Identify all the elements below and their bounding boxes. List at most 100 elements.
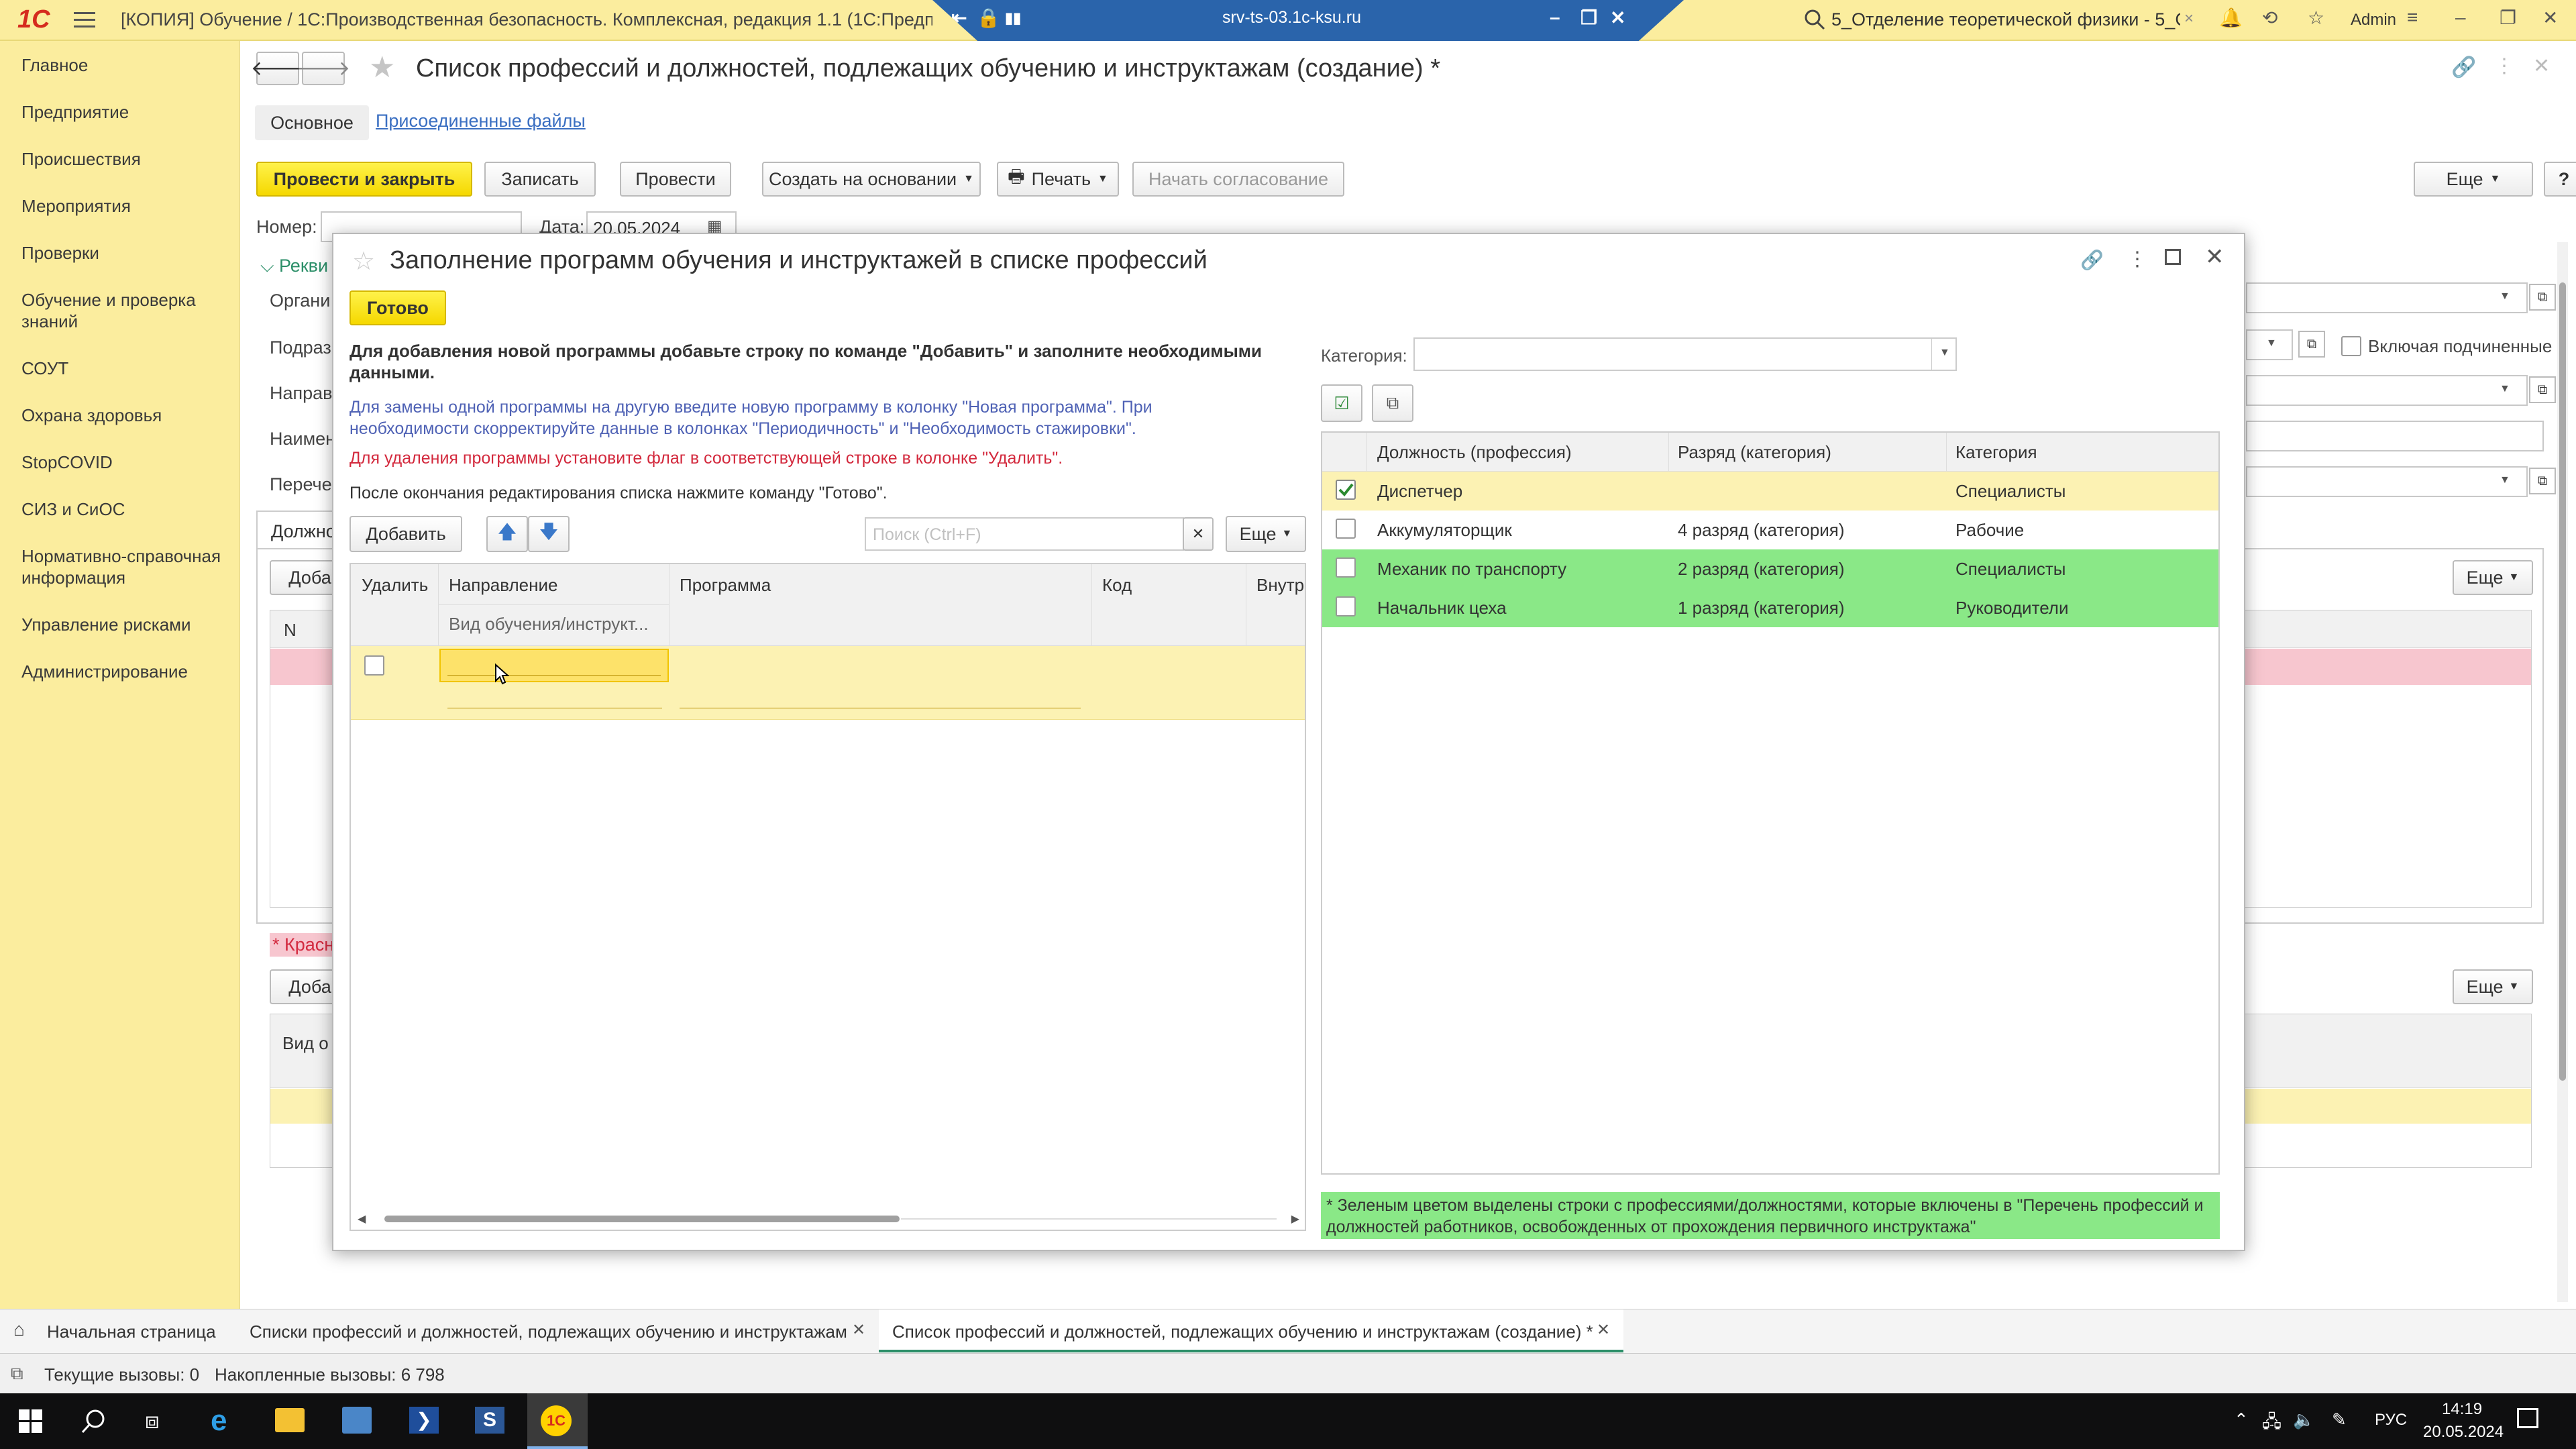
move-down-button[interactable]: 🡇 — [528, 516, 570, 552]
col-grade-header[interactable]: Разряд (категория) — [1678, 442, 1831, 463]
close-icon[interactable]: ✕ — [2542, 7, 2558, 29]
col-internal-header[interactable]: Внутр — [1256, 575, 1304, 596]
tab-professions-list[interactable]: Списки профессий и должностей, подлежащи… — [239, 1309, 876, 1352]
home-tab[interactable]: ⌂ Начальная страница — [0, 1309, 227, 1352]
task-view-icon[interactable]: ⧈ — [145, 1408, 160, 1434]
row-checkbox-checked[interactable] — [1336, 480, 1356, 500]
direction-field[interactable] — [2246, 375, 2528, 406]
volume-icon[interactable]: 🔈 — [2293, 1409, 2314, 1430]
app-logo[interactable]: 1С — [17, 5, 50, 34]
col-category-header[interactable]: Категория — [1955, 442, 2037, 463]
table-row[interactable] — [351, 646, 1305, 720]
powershell-icon[interactable]: ❯ — [409, 1407, 439, 1434]
table-row[interactable]: Начальник цеха 1 разряд (категория) Руко… — [1322, 588, 2218, 627]
program-search-input[interactable]: Поиск (Ctrl+F) — [865, 517, 1184, 551]
history-icon[interactable]: ⟲ — [2262, 7, 2277, 29]
row-checkbox[interactable] — [1336, 596, 1356, 616]
print-button[interactable]: 🖶 Печать ▼ — [997, 162, 1119, 197]
table-row[interactable]: Механик по транспорту 2 разряд (категори… — [1322, 549, 2218, 588]
sidebar-item-enterprise[interactable]: Предприятие — [21, 101, 229, 123]
vertical-scrollbar[interactable] — [2557, 242, 2568, 1302]
direction-input[interactable] — [439, 649, 669, 682]
file-explorer-icon[interactable] — [275, 1408, 305, 1432]
forward-button[interactable]: 🡒 — [297, 52, 350, 85]
open-icon[interactable]: ⧉ — [2529, 376, 2556, 403]
programs-more-button[interactable]: Еще ▼ — [2453, 969, 2533, 1004]
dialog-link-icon[interactable]: 🔗 — [2080, 249, 2104, 271]
table-row[interactable]: Аккумуляторщик 4 разряд (категория) Рабо… — [1322, 511, 2218, 549]
clock-date[interactable]: 20.05.2024 — [2423, 1423, 2504, 1442]
tray-chevron-icon[interactable]: ⌃ — [2234, 1409, 2249, 1430]
doc-more-button[interactable]: Еще ▼ — [2414, 162, 2533, 197]
help-button[interactable]: ? — [2544, 162, 2576, 197]
sidebar-item-siz[interactable]: СИЗ и СиОС — [21, 498, 229, 520]
tab-attached-files[interactable]: Присоединенные файлы — [376, 111, 586, 131]
pin-icon[interactable]: ⇤ — [951, 7, 967, 29]
taskbar-search-icon[interactable] — [80, 1408, 107, 1435]
sidebar-item-stopcovid[interactable]: StopCOVID — [21, 451, 229, 473]
category-select[interactable]: ▼ — [1413, 337, 1957, 371]
minimize-icon[interactable]: – — [2455, 7, 2466, 28]
col-delete-header[interactable]: Удалить — [362, 575, 428, 596]
network-icon[interactable]: 🖧 — [2262, 1409, 2282, 1439]
back-button[interactable]: 🡐 — [251, 52, 305, 85]
clock-time[interactable]: 14:19 — [2442, 1400, 2482, 1419]
create-based-on-button[interactable]: Создать на основании ▼ — [762, 162, 981, 197]
open-icon[interactable]: ⧉ — [2298, 331, 2325, 358]
hamburger-menu-icon[interactable] — [74, 11, 95, 30]
start-approval-button[interactable]: Начать согласование — [1132, 162, 1344, 197]
user-name[interactable]: Admin — [2351, 11, 2396, 30]
open-icon[interactable]: ⧉ — [2529, 284, 2556, 311]
sidebar-item-reference[interactable]: Нормативно-справочная информация — [21, 545, 229, 588]
doc-more-icon[interactable]: ⋮ — [2494, 54, 2514, 78]
sidebar-item-measures[interactable]: Мероприятия — [21, 195, 229, 217]
sidebar-item-main[interactable]: Главное — [21, 54, 229, 76]
sidebar-item-health[interactable]: Охрана здоровья — [21, 405, 229, 426]
include-subordinate-checkbox[interactable] — [2341, 336, 2361, 356]
tab-main[interactable]: Основное — [255, 105, 369, 140]
favorite-star-icon[interactable]: ★ — [369, 50, 395, 85]
close-tab-icon[interactable]: ✕ — [852, 1320, 865, 1340]
save-button[interactable]: Записать — [484, 162, 596, 197]
row-checkbox[interactable] — [1336, 519, 1356, 539]
scrollbar-thumb[interactable] — [384, 1216, 900, 1222]
bell-icon[interactable]: 🔔 — [2219, 7, 2243, 29]
horizontal-scrollbar[interactable]: ◀ ▶ — [358, 1212, 1299, 1226]
ie-browser-icon[interactable]: e — [211, 1404, 227, 1438]
sidebar-item-checks[interactable]: Проверки — [21, 242, 229, 264]
col-program-header[interactable]: Программа — [680, 575, 771, 596]
sidebar-item-incidents[interactable]: Происшествия — [21, 148, 229, 170]
name-field[interactable] — [2246, 421, 2544, 451]
sublime-icon[interactable]: S — [475, 1407, 504, 1434]
remote-restore-icon[interactable]: ❐ — [1580, 7, 1597, 29]
list-field[interactable] — [2246, 466, 2528, 497]
post-button[interactable]: Провести — [620, 162, 731, 197]
dialog-maximize-icon[interactable] — [2165, 249, 2181, 265]
pen-icon[interactable]: ✎ — [2332, 1409, 2347, 1430]
search-clear-button[interactable]: ✕ — [1183, 517, 1214, 551]
done-button[interactable]: Готово — [350, 290, 446, 325]
chevron-down-icon[interactable]: ▼ — [2500, 383, 2510, 395]
col-code-header[interactable]: Код — [1102, 575, 1132, 596]
row-checkbox[interactable] — [1336, 557, 1356, 578]
add-program-button[interactable]: Добавить — [350, 516, 462, 552]
search-clear-icon[interactable]: × — [2184, 9, 2194, 28]
remote-close-icon[interactable]: ✕ — [1610, 7, 1625, 29]
col-position-header[interactable]: Должность (профессия) — [1377, 442, 1572, 463]
maximize-icon[interactable]: ❐ — [2500, 7, 2516, 29]
chevron-down-icon[interactable]: ▼ — [1939, 347, 1950, 359]
left-more-button[interactable]: Еще ▼ — [1226, 516, 1306, 552]
global-search-field[interactable]: 5_Отделение теоретической физики - 5_Се — [1831, 9, 2180, 30]
sidebar-item-risks[interactable]: Управление рисками — [21, 614, 229, 635]
sidebar-item-admin[interactable]: Администрирование — [21, 661, 229, 682]
organization-field[interactable] — [2246, 282, 2528, 313]
star-icon[interactable]: ☆ — [2308, 7, 2324, 29]
sidebar-item-training[interactable]: Обучение и проверка знаний — [21, 289, 229, 332]
settings-menu-icon[interactable]: ≡ — [2407, 7, 2418, 28]
windows-start-icon[interactable] — [19, 1409, 43, 1434]
table-row[interactable]: Диспетчер Специалисты — [1322, 472, 2218, 511]
scroll-right-icon[interactable]: ▶ — [1291, 1212, 1299, 1226]
sidebar-item-sout[interactable]: СОУТ — [21, 358, 229, 379]
chevron-down-icon[interactable]: ▼ — [2500, 474, 2510, 486]
search-icon[interactable] — [1803, 8, 1826, 31]
